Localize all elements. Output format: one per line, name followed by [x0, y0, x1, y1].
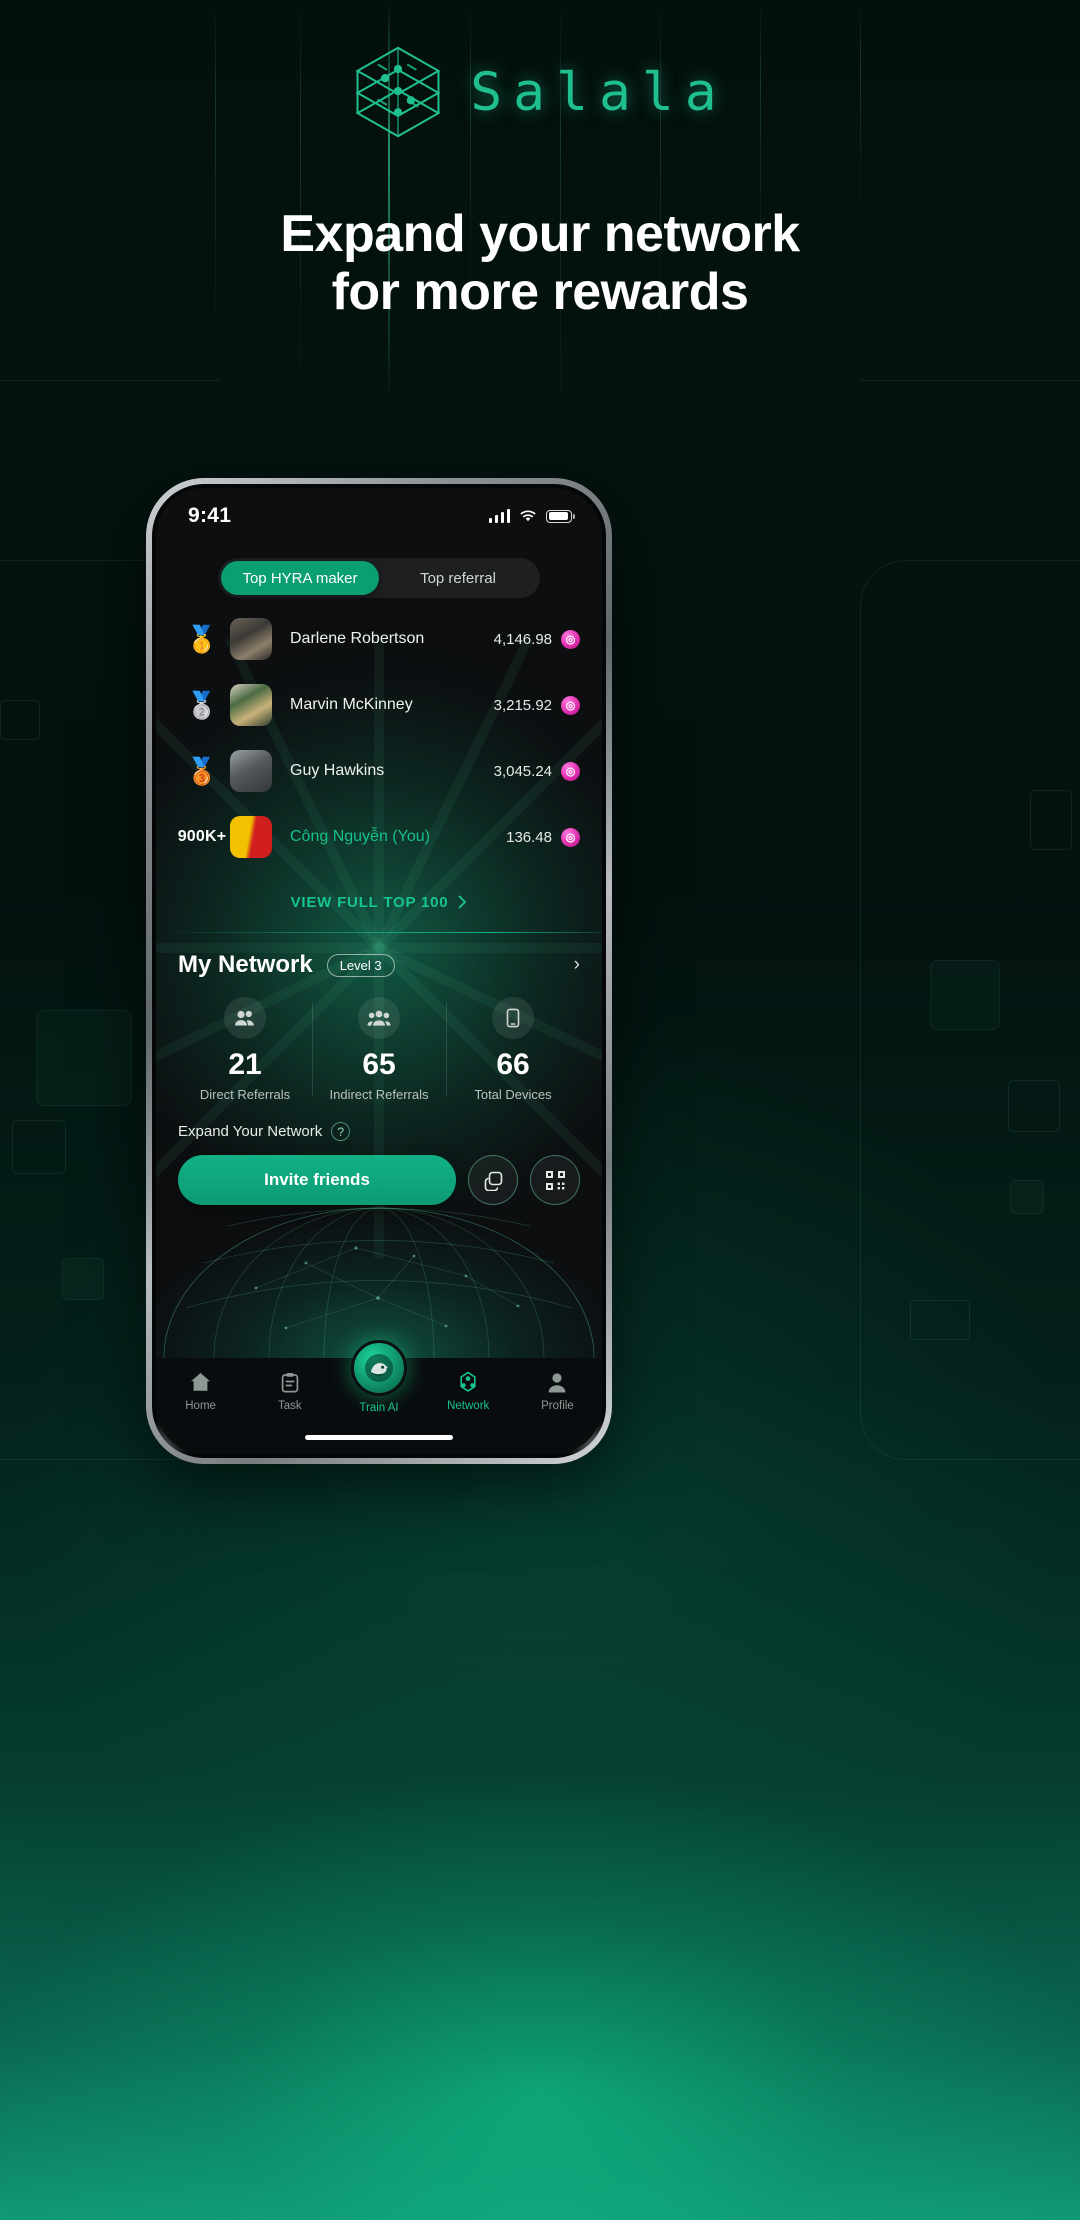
leaderboard-tabs[interactable]: Top HYRA maker Top referral: [218, 558, 540, 598]
stat-label: Indirect Referrals: [329, 1087, 429, 1102]
headline-line-1: Expand your network: [280, 205, 800, 263]
qr-code-button[interactable]: [530, 1155, 580, 1205]
table-row[interactable]: 🥉 Guy Hawkins 3,045.24 ◎: [178, 738, 580, 804]
group-people-icon: [358, 997, 400, 1039]
network-stats: 21 Direct Referrals 65 Indirect Referral…: [178, 997, 580, 1102]
avatar: [230, 684, 272, 726]
stat-label: Total Devices: [474, 1087, 552, 1102]
question-mark-icon[interactable]: ?: [331, 1122, 351, 1141]
rank-value: 900K+: [177, 828, 227, 845]
home-icon: [190, 1370, 211, 1394]
nav-label: Train AI: [359, 1402, 399, 1414]
hyra-coin-icon: ◎: [561, 827, 580, 847]
copy-link-button[interactable]: [468, 1155, 518, 1205]
nav-item-train-ai[interactable]: Train AI: [334, 1340, 423, 1414]
network-nodes-icon: [457, 1370, 479, 1394]
view-full-label: VIEW FULL TOP 100: [290, 893, 449, 911]
tab-top-hyra-maker[interactable]: Top HYRA maker: [221, 561, 379, 595]
nav-label: Home: [185, 1400, 216, 1412]
player-score: 3,215.92: [493, 696, 552, 714]
table-row[interactable]: 🥈 Marvin McKinney 3,215.92 ◎: [178, 672, 580, 738]
brand-name: Salala: [470, 61, 728, 123]
battery-full-icon: [546, 509, 575, 523]
home-indicator: [305, 1435, 453, 1440]
player-name: Darlene Robertson: [290, 630, 425, 647]
rank-cell: 🥇: [178, 626, 226, 652]
leaderboard-list: 🥇 Darlene Robertson 4,146.98 ◎ 🥈 Marvin …: [156, 598, 602, 870]
bronze-medal-icon: 🥉: [185, 756, 219, 786]
silver-medal-icon: 🥈: [185, 690, 219, 720]
level-badge: Level 3: [326, 953, 395, 977]
phone-mockup: 9:41 Top HYRA maker Top referral 🥇 Darle…: [146, 478, 612, 1464]
two-people-icon: [224, 997, 266, 1039]
player-score: 136.48: [506, 828, 552, 846]
hyra-coin-icon: ◎: [561, 761, 580, 781]
player-score: 4,146.98: [493, 630, 552, 648]
app-screen: 9:41 Top HYRA maker Top referral 🥇 Darle…: [156, 488, 602, 1454]
avatar: [230, 750, 272, 792]
person-icon: [547, 1370, 567, 1394]
hex-network-logo-icon: [352, 44, 444, 140]
page-title: Expand your network for more rewards: [0, 205, 1080, 321]
nav-item-home[interactable]: Home: [156, 1370, 245, 1412]
device-phone-icon: [492, 997, 534, 1039]
status-icons: [488, 509, 575, 523]
invite-friends-button[interactable]: Invite friends: [178, 1155, 456, 1205]
status-bar: 9:41: [156, 488, 602, 544]
brand-header: Salala: [0, 44, 1080, 140]
my-network-header[interactable]: My Network Level 3 ›: [178, 951, 580, 979]
section-title: My Network: [178, 951, 313, 978]
stat-value: 66: [496, 1048, 530, 1081]
avatar: [230, 816, 272, 858]
stat-value: 21: [228, 1048, 262, 1081]
player-name: Công Nguyễn (You): [290, 828, 430, 845]
rank-cell: 900K+: [178, 828, 226, 846]
stat-label: Direct Referrals: [199, 1087, 291, 1102]
nav-item-network[interactable]: Network: [424, 1370, 513, 1412]
chevron-right-icon[interactable]: ›: [574, 954, 580, 976]
tab-top-referral[interactable]: Top referral: [379, 561, 537, 595]
stat-indirect-referrals: 65 Indirect Referrals: [312, 997, 446, 1102]
rank-cell: 🥉: [178, 758, 226, 784]
expand-network-row: Expand Your Network ?: [178, 1122, 580, 1141]
hyra-coin-icon: ◎: [561, 629, 580, 649]
phone-bezel: 9:41 Top HYRA maker Top referral 🥇 Darle…: [152, 484, 606, 1458]
promo-poster: Salala Expand your network for more rewa…: [0, 0, 1080, 2220]
stat-total-devices: 66 Total Devices: [446, 997, 580, 1102]
clipboard-icon: [281, 1370, 299, 1394]
my-network-section: My Network Level 3 › 21 Direct Referrals…: [156, 933, 602, 1205]
stat-direct-referrals: 21 Direct Referrals: [178, 997, 312, 1102]
chevron-right-icon: [459, 895, 467, 909]
headline-line-2: for more rewards: [331, 263, 749, 322]
gold-medal-icon: 🥇: [185, 624, 219, 654]
player-name: Guy Hawkins: [290, 762, 385, 779]
cta-row: Invite friends: [178, 1155, 580, 1205]
rank-cell: 🥈: [178, 692, 226, 718]
table-row[interactable]: 🥇 Darlene Robertson 4,146.98 ◎: [178, 606, 580, 672]
nav-item-task[interactable]: Task: [245, 1370, 334, 1412]
status-time: 9:41: [188, 504, 232, 527]
cellular-bars-icon: [488, 509, 510, 523]
robot-avatar-icon: [351, 1340, 407, 1396]
table-row-you[interactable]: 900K+ Công Nguyễn (You) 136.48 ◎: [178, 804, 580, 870]
hyra-coin-icon: ◎: [561, 695, 580, 715]
nav-item-profile[interactable]: Profile: [513, 1370, 602, 1412]
player-score: 3,045.24: [493, 762, 552, 780]
wifi-icon: [520, 510, 536, 522]
avatar: [230, 618, 272, 660]
player-name: Marvin McKinney: [290, 696, 413, 713]
expand-network-label: Expand Your Network: [178, 1123, 323, 1140]
nav-label: Task: [277, 1400, 302, 1412]
nav-label: Profile: [541, 1400, 574, 1412]
nav-label: Network: [447, 1400, 490, 1412]
stat-value: 65: [362, 1048, 396, 1081]
view-full-top-100-link[interactable]: VIEW FULL TOP 100: [156, 878, 602, 926]
